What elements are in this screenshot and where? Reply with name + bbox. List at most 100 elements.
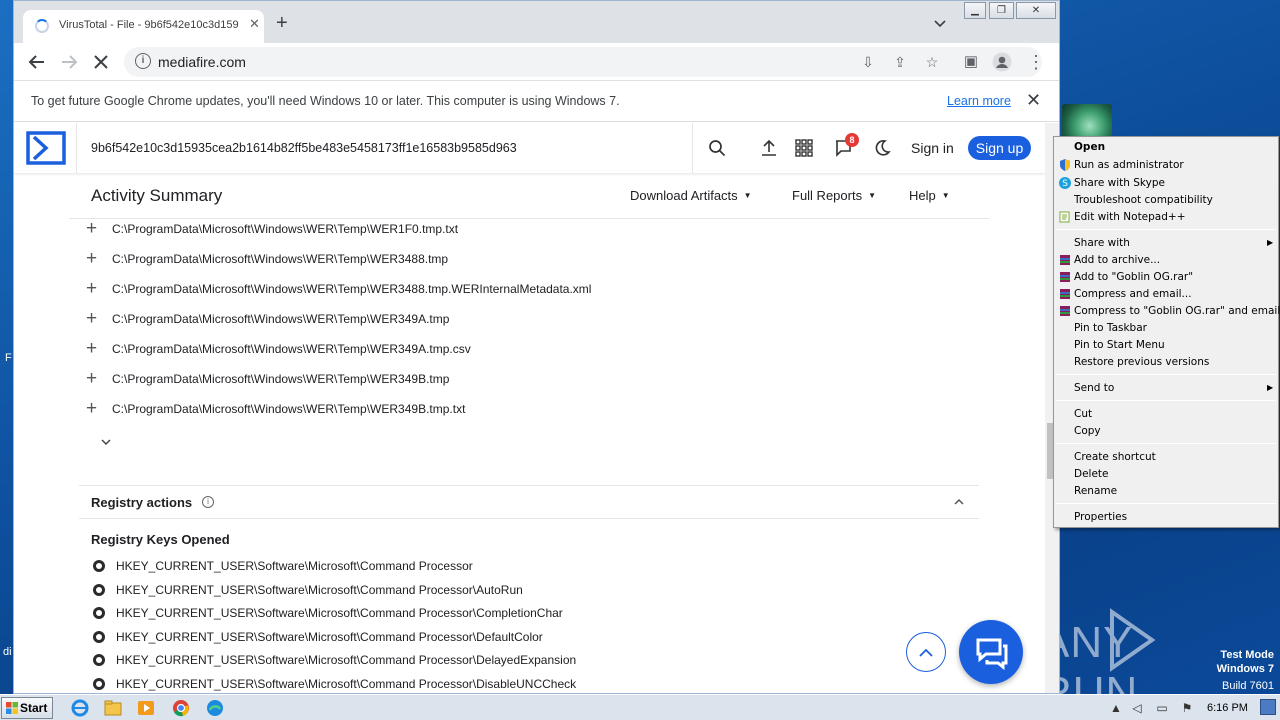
- windows-flag-icon: [6, 702, 18, 714]
- ctx-edit-notepad[interactable]: Edit with Notepad++: [1074, 211, 1186, 223]
- new-tab-button[interactable]: +: [276, 13, 288, 33]
- chat-button[interactable]: [959, 620, 1023, 684]
- ctx-properties[interactable]: Properties: [1074, 511, 1127, 523]
- registry-actions-header[interactable]: Registry actions i: [79, 485, 979, 519]
- install-app-icon[interactable]: ⇩: [858, 52, 878, 72]
- sign-up-button[interactable]: Sign up: [968, 136, 1031, 160]
- registry-keys-opened-title: Registry Keys Opened: [91, 532, 230, 547]
- volume-icon[interactable]: ◁: [1130, 701, 1144, 715]
- virustotal-logo-icon[interactable]: [26, 131, 66, 165]
- ctx-compress-email[interactable]: Compress and email...: [1074, 288, 1192, 300]
- address-url[interactable]: mediafire.com: [158, 54, 246, 70]
- help-label: Help: [909, 188, 936, 203]
- collapse-chevron-up-icon[interactable]: [954, 494, 964, 508]
- clock[interactable]: 6:16 PM: [1207, 702, 1248, 714]
- forward-arrow-icon[interactable]: [58, 51, 80, 73]
- network-icon[interactable]: ▭: [1155, 701, 1169, 715]
- search-icon[interactable]: [705, 136, 729, 160]
- expand-plus-icon[interactable]: +: [86, 399, 100, 418]
- full-reports-menu[interactable]: Full Reports ▼: [792, 188, 876, 203]
- winrar-icon: [1060, 255, 1070, 265]
- stop-loading-icon[interactable]: [90, 51, 112, 73]
- activity-summary-bar: Activity Summary Download Artifacts ▼ Ful…: [69, 173, 989, 219]
- maximize-button[interactable]: ❐: [989, 2, 1014, 19]
- ctx-send-to[interactable]: Send to: [1074, 382, 1114, 394]
- expand-plus-icon[interactable]: +: [86, 219, 100, 238]
- ctx-add-archive[interactable]: Add to archive...: [1074, 254, 1160, 266]
- help-menu[interactable]: Help ▼: [909, 188, 950, 203]
- ctx-share-skype[interactable]: Share with Skype: [1074, 177, 1165, 189]
- upload-icon[interactable]: [757, 136, 781, 160]
- registry-key-icon: [93, 560, 105, 572]
- registry-key-path: HKEY_CURRENT_USER\Software\Microsoft\Com…: [116, 559, 473, 573]
- ctx-delete[interactable]: Delete: [1074, 468, 1109, 480]
- registry-actions-title: Registry actions: [91, 495, 193, 510]
- submenu-arrow-icon: ▶: [1267, 238, 1274, 247]
- ctx-cut[interactable]: Cut: [1074, 408, 1092, 420]
- chrome-icon[interactable]: [169, 698, 193, 718]
- expand-plus-icon[interactable]: +: [86, 339, 100, 358]
- desktop-fragment-text: di: [3, 646, 12, 658]
- activity-summary-title: Activity Summary: [91, 186, 223, 205]
- expand-plus-icon[interactable]: +: [86, 249, 100, 268]
- ctx-add-rar[interactable]: Add to "Goblin OG.rar": [1074, 271, 1193, 283]
- media-player-icon[interactable]: [135, 698, 157, 718]
- ctx-run-as-admin[interactable]: Run as administrator: [1074, 159, 1184, 171]
- minimize-button[interactable]: ▁: [964, 2, 986, 19]
- expand-plus-icon[interactable]: +: [86, 279, 100, 298]
- full-reports-label: Full Reports: [792, 188, 863, 203]
- dark-mode-moon-icon[interactable]: [870, 136, 894, 160]
- search-input[interactable]: 9b6f542e10c3d15935cea2b1614b82ff5be483e5…: [76, 123, 693, 173]
- side-panel-icon[interactable]: ▣: [960, 51, 982, 73]
- profile-avatar-icon[interactable]: [991, 51, 1013, 73]
- ctx-copy[interactable]: Copy: [1074, 425, 1101, 437]
- site-info-icon[interactable]: i: [135, 53, 151, 69]
- action-center-flag-icon[interactable]: ⚑: [1180, 701, 1194, 715]
- learn-more-link[interactable]: Learn more: [947, 94, 1011, 108]
- ctx-troubleshoot[interactable]: Troubleshoot compatibility: [1074, 194, 1213, 206]
- ctx-create-shortcut[interactable]: Create shortcut: [1074, 451, 1156, 463]
- close-window-button[interactable]: ✕: [1016, 2, 1056, 19]
- menu-separator: [1056, 443, 1276, 444]
- ctx-pin-start[interactable]: Pin to Start Menu: [1074, 339, 1165, 351]
- apps-grid-icon[interactable]: [792, 136, 816, 160]
- start-button[interactable]: Start: [1, 697, 53, 719]
- bookmark-star-icon[interactable]: ☆: [922, 52, 942, 72]
- ctx-pin-taskbar[interactable]: Pin to Taskbar: [1074, 322, 1147, 334]
- tab-search-chevron-icon[interactable]: [934, 17, 946, 31]
- tab-close-icon[interactable]: ✕: [249, 16, 260, 32]
- menu-separator: [1056, 503, 1276, 504]
- infobar-close-icon[interactable]: ✕: [1026, 90, 1041, 111]
- ctx-rename[interactable]: Rename: [1074, 485, 1117, 497]
- notifications-badge: 8: [845, 133, 859, 147]
- scroll-to-top-button[interactable]: [906, 632, 946, 672]
- edge-icon[interactable]: [204, 698, 226, 718]
- menu-kebab-icon[interactable]: ⋮: [1025, 51, 1047, 73]
- tray-expand-icon[interactable]: ▲: [1109, 701, 1123, 715]
- show-more-chevron-icon[interactable]: [101, 435, 111, 449]
- download-artifacts-menu[interactable]: Download Artifacts ▼: [630, 188, 752, 203]
- desktop-fragment-text: F: [5, 352, 12, 364]
- browser-tab[interactable]: VirusTotal - File - 9b6f542e10c3d159 ✕: [23, 10, 264, 43]
- ctx-compress-rar-email[interactable]: Compress to "Goblin OG.rar" and email: [1074, 305, 1280, 317]
- registry-key-path: HKEY_CURRENT_USER\Software\Microsoft\Com…: [116, 653, 577, 667]
- ctx-open[interactable]: Open: [1074, 141, 1105, 153]
- sign-in-link[interactable]: Sign in: [911, 140, 954, 156]
- expand-plus-icon[interactable]: +: [86, 309, 100, 328]
- ctx-restore[interactable]: Restore previous versions: [1074, 356, 1209, 368]
- expand-plus-icon[interactable]: +: [86, 369, 100, 388]
- address-bar[interactable]: i mediafire.com ⇩ ⇪ ☆: [124, 47, 1042, 77]
- file-path: C:\ProgramData\Microsoft\Windows\WER\Tem…: [112, 372, 450, 386]
- file-explorer-icon[interactable]: [102, 698, 124, 718]
- hash-value[interactable]: 9b6f542e10c3d15935cea2b1614b82ff5be483e5…: [91, 141, 517, 155]
- back-arrow-icon[interactable]: [26, 51, 48, 73]
- ctx-share-with[interactable]: Share with: [1074, 237, 1130, 249]
- winrar-icon: [1060, 306, 1070, 316]
- share-icon[interactable]: ⇪: [890, 52, 910, 72]
- info-icon[interactable]: i: [202, 496, 214, 508]
- start-label: Start: [20, 701, 48, 715]
- show-desktop-button[interactable]: [1260, 699, 1276, 715]
- internet-explorer-icon[interactable]: [69, 698, 91, 718]
- registry-key-path: HKEY_CURRENT_USER\Software\Microsoft\Com…: [116, 630, 543, 644]
- loading-spinner-icon: [35, 19, 49, 33]
